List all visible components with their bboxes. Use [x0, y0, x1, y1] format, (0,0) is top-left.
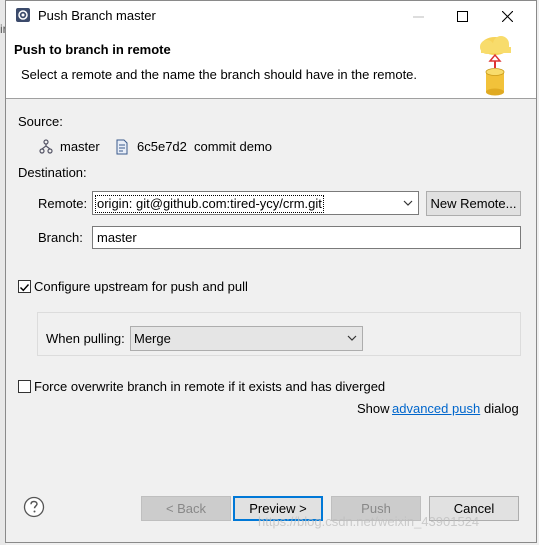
back-button-label: < Back [165, 501, 207, 516]
checkmark-icon [20, 284, 30, 292]
chevron-down-icon[interactable] [401, 196, 415, 210]
branch-icon [38, 139, 54, 155]
close-button[interactable] [485, 1, 529, 31]
destination-label: Destination: [18, 165, 87, 180]
close-icon [501, 10, 513, 22]
advanced-prefix-text: Show [357, 401, 390, 416]
source-branch-name: master [60, 139, 100, 154]
minimize-button[interactable] [396, 1, 440, 31]
advanced-push-link[interactable]: advanced push [392, 401, 480, 416]
watermark: https://blog.csdn.net/weixin_43901524 [258, 514, 480, 529]
advanced-suffix-text: dialog [484, 401, 519, 416]
force-overwrite-label[interactable]: Force overwrite branch in remote if it e… [34, 379, 385, 394]
git-push-icon [15, 7, 31, 23]
upstream-checkbox-label[interactable]: Configure upstream for push and pull [34, 279, 248, 294]
remote-select-value[interactable]: origin: git@github.com:tired-ycy/crm.git [95, 195, 324, 213]
maximize-button[interactable] [440, 1, 484, 31]
branch-label: Branch: [38, 230, 83, 245]
when-pulling-value[interactable]: Merge [134, 331, 171, 346]
cloud-push-icon [473, 32, 517, 96]
help-icon[interactable] [23, 496, 45, 518]
new-remote-button-label: New Remote... [430, 196, 517, 211]
new-remote-button[interactable]: New Remote... [426, 191, 521, 216]
minimize-icon [412, 16, 424, 17]
upstream-checkbox[interactable] [18, 280, 31, 293]
force-overwrite-checkbox[interactable] [18, 380, 31, 393]
commit-id: 6c5e7d2 [137, 139, 187, 154]
when-pulling-label: When pulling: [46, 331, 125, 346]
chevron-down-icon[interactable] [346, 332, 358, 344]
source-label: Source: [18, 114, 63, 129]
banner-description: Select a remote and the name the branch … [21, 67, 418, 82]
remote-label: Remote: [38, 196, 88, 211]
maximize-icon [456, 10, 468, 22]
branch-input[interactable]: master [92, 226, 521, 249]
back-button[interactable]: < Back [141, 496, 231, 521]
commit-icon [114, 139, 130, 155]
commit-message: commit demo [194, 139, 273, 154]
banner-title: Push to branch in remote [14, 42, 171, 57]
window-title: Push Branch master [38, 8, 156, 23]
